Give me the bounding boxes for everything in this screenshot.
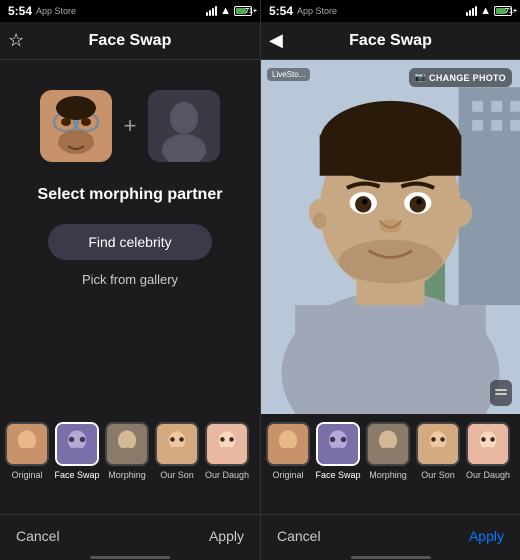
left-home-bar — [90, 556, 170, 559]
filter-label-faceswap: Face Swap — [54, 470, 99, 480]
right-filter-original[interactable]: Original — [265, 422, 311, 480]
right-filter-bar: Original Face Swap — [261, 414, 520, 514]
right-status-left: 5:54 App Store — [269, 4, 337, 18]
back-chevron-icon: ◀ — [269, 30, 283, 51]
filter-label-original: Original — [11, 470, 42, 480]
right-nav-title: Face Swap — [349, 32, 432, 50]
filter-thumb-ourdaughter — [205, 422, 249, 466]
right-filter-thumb-ourson — [416, 422, 460, 466]
resize-icon — [495, 385, 507, 397]
filter-label-ourson: Our Son — [160, 470, 194, 480]
left-time: 5:54 — [8, 4, 32, 18]
right-home-bar — [351, 556, 431, 559]
right-filter-ourson[interactable]: Our Son — [415, 422, 461, 480]
right-status-bar: 5:54 App Store ▲ 71+ — [261, 0, 520, 22]
right-nav-bar: ◀ Face Swap — [261, 22, 520, 60]
left-filter-bar: Original Face Swap — [0, 414, 260, 514]
left-main-content: + Select morphing partner Find celebrity… — [0, 60, 260, 414]
right-action-bar: Cancel Apply — [261, 514, 520, 556]
right-home-indicator — [261, 556, 520, 560]
right-cancel-button[interactable]: Cancel — [277, 528, 321, 544]
right-phone-panel: 5:54 App Store ▲ 71+ ◀ Face Swap — [260, 0, 520, 560]
left-nav-title: Face Swap — [89, 32, 172, 50]
empty-face-svg — [148, 90, 220, 162]
battery-icon: 71+ — [234, 6, 252, 16]
right-wifi-icon: ▲ — [480, 5, 491, 17]
right-app-store: App Store — [297, 6, 337, 16]
filter-original[interactable]: Original — [4, 422, 50, 480]
morphing-pair: + — [40, 90, 221, 162]
select-morphing-label: Select morphing partner — [38, 186, 223, 204]
pick-gallery-button[interactable]: Pick from gallery — [82, 272, 178, 287]
left-app-store: App Store — [36, 6, 76, 16]
right-filter-thumb-morphing — [366, 422, 410, 466]
right-filter-thumb-faceswap — [316, 422, 360, 466]
filter-morphing[interactable]: Morphing — [104, 422, 150, 480]
right-filter-faceswap[interactable]: Face Swap — [315, 422, 361, 480]
right-filter-label-morphing: Morphing — [369, 470, 407, 480]
back-button[interactable]: ◀ — [269, 30, 283, 51]
resize-handle[interactable] — [490, 380, 512, 406]
left-phone-panel: 5:54 App Store ▲ 71+ ☆ Face Swap — [0, 0, 260, 560]
left-status-left: 5:54 App Store — [8, 4, 76, 18]
right-apply-button[interactable]: Apply — [469, 528, 504, 544]
signal-icon — [206, 6, 217, 16]
left-status-icons: ▲ 71+ — [206, 5, 252, 17]
left-apply-button[interactable]: Apply — [209, 528, 244, 544]
photo-preview: LiveSto... 📷 CHANGE PHOTO — [261, 60, 520, 414]
right-filter-thumb-original — [266, 422, 310, 466]
source-face-svg — [40, 90, 112, 162]
right-filter-label-faceswap: Face Swap — [315, 470, 360, 480]
livestory-badge: LiveSto... — [267, 68, 310, 81]
right-signal-icon — [466, 6, 477, 16]
plus-sign: + — [124, 113, 137, 139]
filter-ourdaughter[interactable]: Our Daugh — [204, 422, 250, 480]
right-filter-label-original: Original — [272, 470, 303, 480]
left-home-indicator — [0, 556, 260, 560]
filter-thumb-ourson — [155, 422, 199, 466]
filter-faceswap[interactable]: Face Swap — [54, 422, 100, 480]
change-photo-button[interactable]: 📷 CHANGE PHOTO — [409, 68, 512, 87]
face-photo-svg — [261, 60, 520, 414]
left-status-bar: 5:54 App Store ▲ 71+ — [0, 0, 260, 22]
filter-thumb-faceswap — [55, 422, 99, 466]
right-status-icons: ▲ 71+ — [466, 5, 512, 17]
camera-icon: 📷 — [415, 72, 427, 83]
filter-thumb-original — [5, 422, 49, 466]
filter-label-ourdaughter: Our Daugh — [205, 470, 249, 480]
right-battery-icon: 71+ — [494, 6, 512, 16]
left-cancel-button[interactable]: Cancel — [16, 528, 60, 544]
right-filter-label-ourdaughter: Our Daugh — [466, 470, 510, 480]
right-time: 5:54 — [269, 4, 293, 18]
source-face-slot[interactable] — [40, 90, 112, 162]
wifi-icon: ▲ — [220, 5, 231, 17]
filter-thumb-morphing — [105, 422, 149, 466]
left-action-bar: Cancel Apply — [0, 514, 260, 556]
filter-ourson[interactable]: Our Son — [154, 422, 200, 480]
star-icon[interactable]: ☆ — [8, 30, 24, 51]
filter-label-morphing: Morphing — [108, 470, 146, 480]
right-filter-label-ourson: Our Son — [421, 470, 455, 480]
find-celebrity-button[interactable]: Find celebrity — [48, 224, 211, 260]
right-filter-thumb-ourdaughter — [466, 422, 510, 466]
target-face-slot[interactable] — [148, 90, 220, 162]
right-filter-ourdaughter[interactable]: Our Daugh — [465, 422, 511, 480]
right-filter-morphing[interactable]: Morphing — [365, 422, 411, 480]
left-nav-bar: ☆ Face Swap — [0, 22, 260, 60]
